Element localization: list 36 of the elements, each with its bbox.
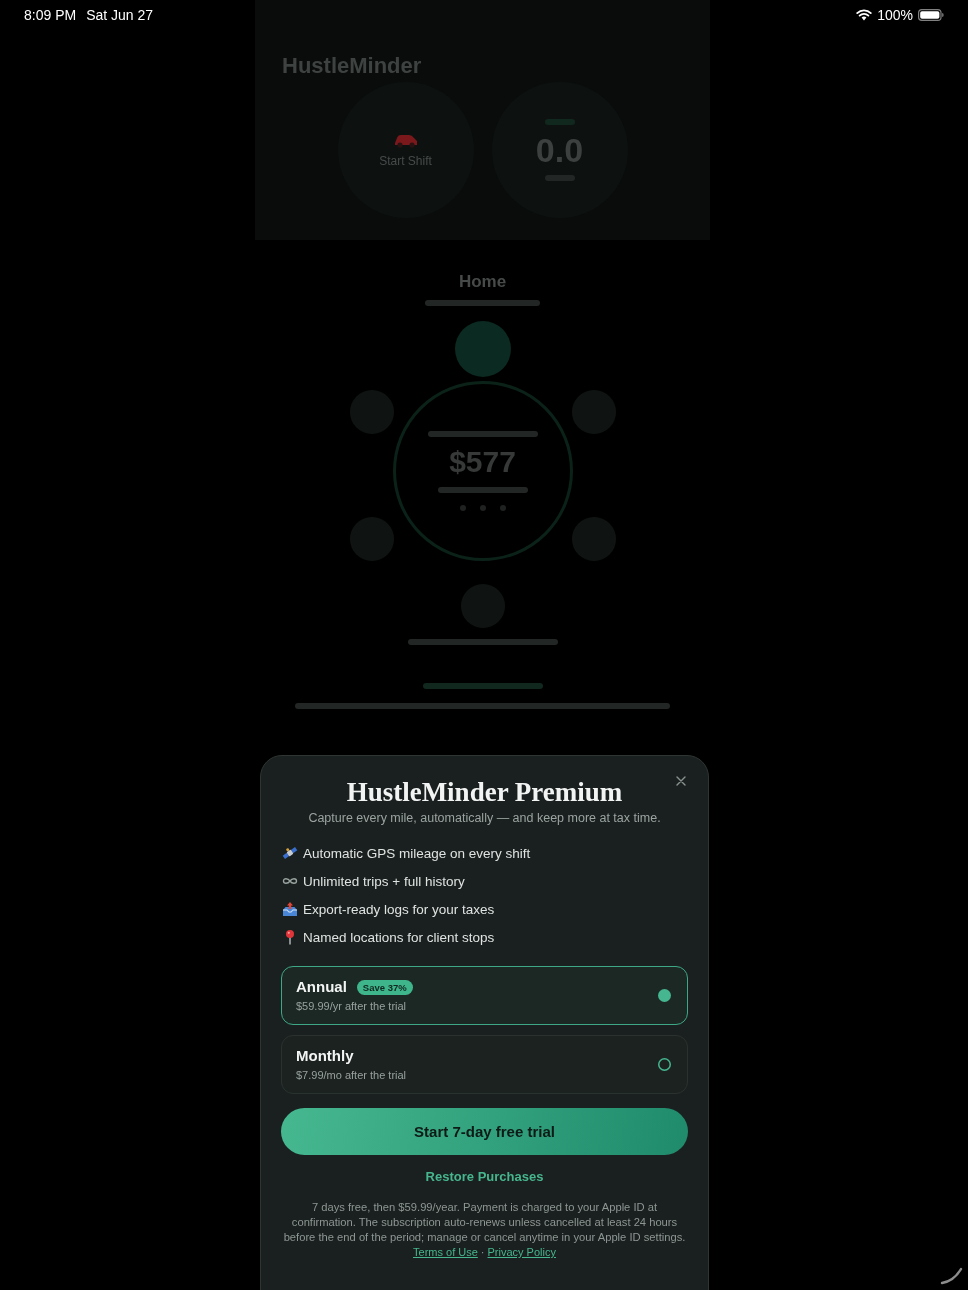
restore-purchases-link[interactable]: Restore Purchases	[425, 1168, 544, 1186]
status-date: Sat Jun 27	[86, 7, 154, 23]
plan-price: $7.99/mo after the trial	[296, 1068, 407, 1082]
page-dot-icon	[459, 505, 466, 511]
savings-badge: Save 37%	[356, 979, 413, 995]
privacy-link[interactable]: Privacy Policy	[487, 1245, 556, 1260]
feature-text: Unlimited trips + full history	[303, 873, 465, 889]
plan-name: Annual	[296, 978, 347, 996]
outbox-tray-icon	[282, 901, 298, 917]
paywall-title: HustleMinder Premium	[345, 776, 624, 808]
feature-text: Named locations for client stops	[303, 929, 495, 945]
terms-link[interactable]: Terms of Use	[413, 1245, 478, 1260]
plan-price: $59.99/yr after the trial	[296, 999, 408, 1013]
plan-option[interactable]: Annual Save 37% $59.99/yr after the trial	[281, 966, 688, 1025]
plan-option[interactable]: Monthly $7.99/mo after the trial	[281, 1035, 688, 1094]
page-dot-icon	[479, 505, 486, 511]
satellite-icon	[282, 845, 298, 861]
earnings-value: $577	[449, 445, 516, 479]
feature-text: Automatic GPS mileage on every shift	[303, 845, 531, 861]
feature-text: Export-ready logs for your taxes	[303, 901, 495, 917]
close-icon	[675, 775, 687, 787]
fine-print: 7 days free, then $59.99/year. Payment is charged to your Apple ID at confirmation. The subscription auto-renews unless cancelled at least 24 hours before the end of the period; manage or cancel anytime in your Apple ID settings.	[282, 1200, 687, 1245]
battery-percent: 100%	[877, 7, 913, 23]
status-time: 8:09 PM	[24, 7, 77, 23]
plan-name: Monthly	[296, 1047, 354, 1065]
radio-selected-icon	[658, 989, 671, 1002]
battery-icon	[918, 9, 944, 21]
page-dot-icon	[499, 505, 506, 511]
radio-icon	[658, 1058, 671, 1071]
link-separator: ·	[480, 1245, 485, 1260]
close-button[interactable]	[675, 775, 687, 787]
paywall-subtitle: Capture every mile, automatically — and keep more at tax time.	[307, 810, 662, 827]
car-icon	[392, 132, 419, 148]
start-trial-button[interactable]: Start 7-day free trial	[281, 1108, 688, 1155]
wifi-icon	[856, 9, 873, 21]
section-title: Home	[458, 271, 507, 293]
